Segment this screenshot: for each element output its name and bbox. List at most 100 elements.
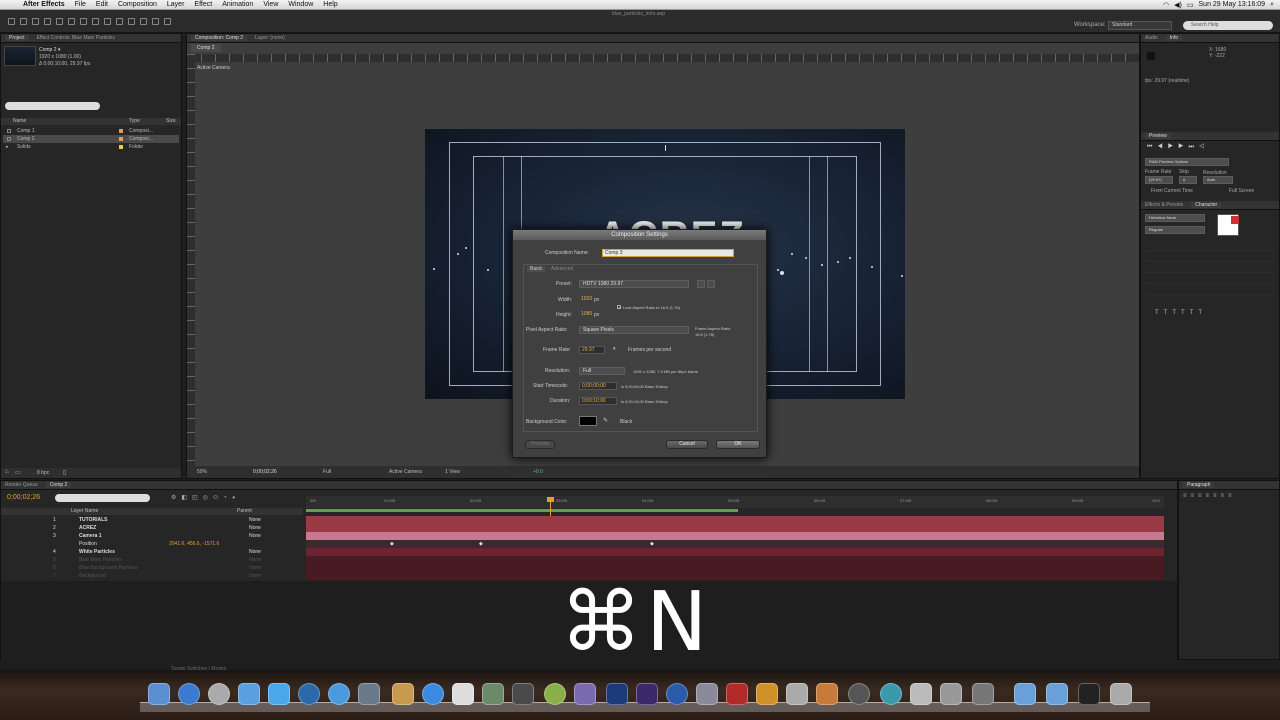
col-size[interactable]: Size — [166, 118, 176, 125]
pen-tool-icon[interactable] — [92, 18, 99, 25]
browser-icon[interactable] — [666, 683, 688, 705]
view-layout-select[interactable]: 1 View — [445, 466, 460, 478]
tab-effect-controls[interactable]: Effect Controls: Blue Main Particles — [37, 35, 115, 41]
tab-paragraph[interactable]: Paragraph — [1183, 482, 1215, 488]
bit-depth-button[interactable]: 8 bpc — [37, 470, 49, 476]
tab-info[interactable]: Info — [1165, 35, 1183, 41]
tab-composition[interactable]: Composition: Comp 2 — [191, 35, 248, 41]
layer-bar[interactable] — [306, 564, 1164, 572]
timeline-switches[interactable]: ⚙◧◰◎⬭◔◕ — [171, 494, 240, 502]
quicktime-icon[interactable] — [358, 683, 380, 705]
ok-button[interactable]: OK — [716, 440, 760, 449]
finder-icon[interactable] — [148, 683, 170, 705]
resolution-select[interactable]: Auto — [1203, 176, 1233, 184]
preview-icon[interactable] — [238, 683, 260, 705]
tab-layer[interactable]: Layer: (none) — [255, 35, 285, 41]
notes-icon[interactable] — [392, 683, 414, 705]
screen-icon[interactable] — [1078, 683, 1100, 705]
disclosure-triangle-icon[interactable]: ▸ — [6, 143, 9, 151]
clone-tool-icon[interactable] — [128, 18, 135, 25]
lock-aspect-checkbox[interactable]: ✓ — [617, 305, 621, 310]
start-timecode-input[interactable]: 0;00;00;00 — [579, 382, 617, 390]
layer-bar[interactable] — [306, 516, 1164, 524]
layer-bar[interactable] — [306, 524, 1164, 532]
tools-icon[interactable] — [786, 683, 808, 705]
width-input[interactable]: 1920 — [579, 296, 595, 304]
text-style-buttons[interactable]: TTTTTT — [1155, 310, 1207, 316]
property-value[interactable]: 2041.6, 456.6, -1571.6 — [169, 540, 219, 548]
time-machine-icon[interactable] — [880, 683, 902, 705]
final-cut-icon[interactable] — [512, 683, 534, 705]
search-help-input[interactable]: Search Help — [1183, 21, 1273, 30]
layer-bar[interactable] — [306, 556, 1164, 564]
layer-row[interactable]: 4 White Particles None — [3, 548, 299, 556]
project-item-comp2[interactable]: Comp 2 Composi... — [3, 135, 179, 143]
camera-tool-icon[interactable] — [56, 18, 63, 25]
disk-utility-icon[interactable] — [848, 683, 870, 705]
cancel-button[interactable]: Cancel — [666, 440, 708, 449]
menu-file[interactable]: File — [70, 1, 91, 8]
zoom-select[interactable]: 50% — [197, 466, 207, 478]
roto-tool-icon[interactable] — [152, 18, 159, 25]
tab-project[interactable]: Project — [5, 35, 29, 41]
after-effects-icon[interactable] — [636, 683, 658, 705]
system-preferences-icon[interactable] — [208, 683, 230, 705]
keyframe-track[interactable]: ◆ ◆ ◆ — [306, 540, 1164, 548]
playhead-handle[interactable] — [547, 497, 554, 502]
tab-effects-presets[interactable]: Effects & Presets — [1145, 202, 1183, 208]
project-item-solids[interactable]: ▸ Solids Folder — [3, 143, 179, 151]
color-picker-icon[interactable] — [574, 683, 596, 705]
layer-parent[interactable]: None — [249, 548, 261, 556]
font-style-select[interactable]: Regular — [1145, 226, 1205, 234]
frame-rate-dropdown-icon[interactable]: ▾ — [613, 346, 616, 352]
tab-render-queue[interactable]: Render Queue — [5, 482, 38, 488]
ram-preview-options-select[interactable]: RAM Preview Options — [1145, 158, 1229, 166]
timeline-search-input[interactable] — [55, 494, 150, 502]
pan-behind-tool-icon[interactable] — [68, 18, 75, 25]
app-store-icon[interactable] — [328, 683, 350, 705]
layer-parent[interactable]: None — [249, 564, 261, 572]
from-current-time-checkbox[interactable]: From Current Time — [1151, 188, 1193, 194]
twitter-icon[interactable] — [268, 683, 290, 705]
layer-row[interactable]: 2 ACREZ None — [3, 524, 299, 532]
layer-row[interactable]: 3 Camera 1 None — [3, 532, 299, 540]
hand-tool-icon[interactable] — [20, 18, 27, 25]
eyedropper-icon[interactable]: ✎ — [603, 417, 608, 424]
bg-color-swatch[interactable] — [579, 416, 597, 426]
tab-character[interactable]: Character — [1191, 202, 1222, 208]
view-select[interactable]: Active Camera — [389, 466, 422, 478]
layer-row[interactable]: 5 Blue Main Particles None — [3, 556, 299, 564]
duration-input[interactable]: 0;00;10;00 — [579, 397, 617, 405]
save-preset-icon[interactable] — [697, 280, 705, 288]
comp-subtab[interactable]: Comp 2 — [191, 44, 221, 52]
applications-folder-icon[interactable] — [1014, 683, 1036, 705]
menu-effect[interactable]: Effect — [189, 1, 217, 8]
rotate-tool-icon[interactable] — [44, 18, 51, 25]
layer-row[interactable]: 1 TUTORIALS None — [3, 516, 299, 524]
calendar-icon[interactable] — [452, 683, 474, 705]
time-ruler[interactable]: 00f 01:00f 02:00f 03:00f 04:00f 05:00f 0… — [306, 496, 1164, 508]
menu-window[interactable]: Window — [283, 1, 318, 8]
battery-icon[interactable]: ▭ — [1187, 1, 1194, 9]
layer-parent[interactable]: None — [249, 572, 261, 580]
comp-name-input[interactable]: Comp 3 — [602, 249, 734, 257]
work-area-bar[interactable] — [306, 509, 738, 512]
stroke-color-swatch[interactable] — [1231, 216, 1239, 224]
photo-icon[interactable] — [482, 683, 504, 705]
font-family-select[interactable]: Helvetica Neue — [1145, 214, 1205, 222]
media-icon[interactable] — [696, 683, 718, 705]
layer-bar[interactable] — [306, 548, 1164, 556]
trash-icon[interactable] — [1110, 683, 1132, 705]
pencil-icon[interactable] — [816, 683, 838, 705]
timeline-current-time[interactable]: 0;00;02;26 — [7, 494, 40, 501]
menu-edit[interactable]: Edit — [91, 1, 113, 8]
col-name[interactable]: Name — [13, 118, 26, 125]
script-icon[interactable] — [972, 683, 994, 705]
eraser-tool-icon[interactable] — [140, 18, 147, 25]
utility-icon[interactable] — [910, 683, 932, 705]
current-time-display[interactable]: 0;00;02;26 — [253, 466, 277, 478]
vlc-icon[interactable] — [756, 683, 778, 705]
keyframe-icon[interactable]: ◆ — [650, 541, 654, 547]
layer-row[interactable]: 6 Blue Background Particles None — [3, 564, 299, 572]
layer-parent[interactable]: None — [249, 524, 261, 532]
